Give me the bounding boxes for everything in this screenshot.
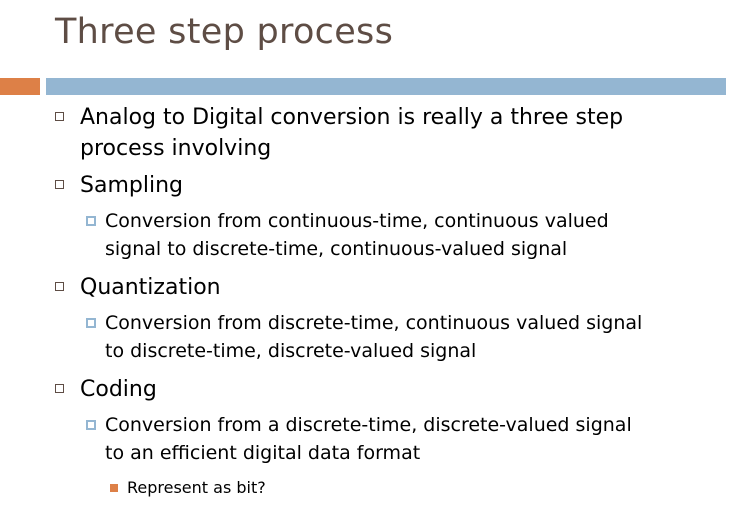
bullet-quantization-label: Quantization (80, 275, 221, 300)
bullet-intro-line1: Analog to Digital conversion is really a… (80, 105, 624, 130)
bullet-sampling-label: Sampling (80, 173, 183, 198)
sub-bullet-quantization: Conversion from discrete-time, continuou… (83, 309, 715, 365)
sub-bullet-coding: Conversion from a discrete-time, discret… (83, 411, 715, 467)
sub-bullet-quantization-line1: Conversion from discrete-time, continuou… (105, 312, 643, 334)
blue-square-bullet-icon (86, 318, 96, 328)
bullet-intro-line2: process involving (80, 136, 272, 161)
bullet-coding-label: Coding (80, 377, 157, 402)
sub-sub-bullet-coding: Represent as bit? (110, 476, 715, 500)
blue-square-bullet-icon (86, 216, 96, 226)
sub-bullet-coding-line1: Conversion from a discrete-time, discret… (105, 414, 632, 436)
bullet-quantization: Quantization (55, 272, 715, 303)
sub-bullet-coding-line2: to an efficient digital data format (105, 442, 421, 464)
hollow-square-bullet-icon (55, 384, 64, 393)
sub-bullet-sampling-line1: Conversion from continuous-time, continu… (105, 210, 609, 232)
sub-sub-bullet-coding-text: Represent as bit? (127, 478, 266, 497)
slide-title: Three step process (55, 12, 394, 52)
title-accent-blue-bar (46, 78, 726, 95)
hollow-square-bullet-icon (55, 282, 64, 291)
slide: Three step process Analog to Digital con… (0, 0, 740, 515)
bullet-coding: Coding (55, 374, 715, 405)
title-accent-orange-bar (0, 78, 40, 95)
sub-bullet-sampling: Conversion from continuous-time, continu… (83, 207, 715, 263)
slide-content: Analog to Digital conversion is really a… (55, 102, 715, 500)
bullet-sampling: Sampling (55, 170, 715, 201)
sub-bullet-sampling-line2: signal to discrete-time, continuous-valu… (105, 238, 568, 260)
blue-square-bullet-icon (86, 420, 96, 430)
bullet-intro: Analog to Digital conversion is really a… (55, 102, 715, 164)
sub-bullet-quantization-line2: to discrete-time, discrete-valued signal (105, 340, 477, 362)
hollow-square-bullet-icon (55, 180, 64, 189)
orange-square-bullet-icon (110, 484, 118, 492)
hollow-square-bullet-icon (55, 112, 64, 121)
